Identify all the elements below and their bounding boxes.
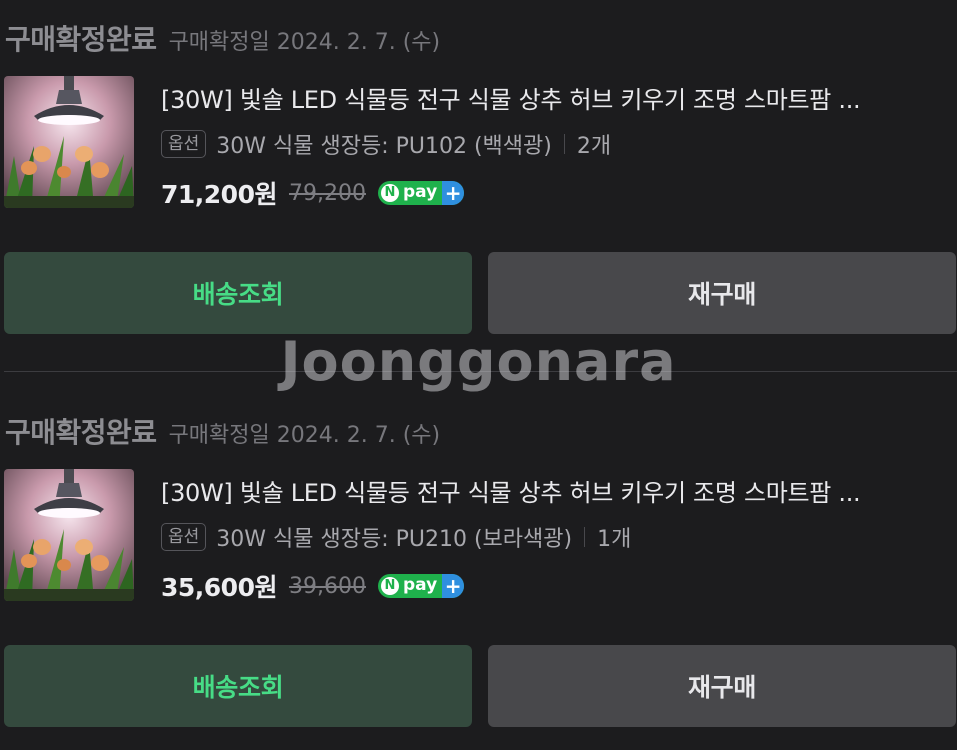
sale-price: 71,200원 [161, 180, 277, 209]
order-status: 구매확정완료 [5, 23, 157, 56]
order-history-page: 구매확정완료 구매확정일 2024. 2. 7. (수) [30W] 빛솔 LE… [0, 0, 957, 750]
npay-label: pay [402, 575, 438, 595]
rebuy-button[interactable]: 재구매 [488, 252, 956, 334]
npay-plus-badge: N pay + [377, 181, 465, 205]
product-thumbnail[interactable] [4, 76, 134, 208]
track-delivery-button[interactable]: 배송조회 [4, 645, 472, 727]
option-row: 옵션 30W 식물 생장등: PU210 (보라색광) 1개 [161, 519, 631, 555]
quantity: 2개 [576, 134, 612, 159]
npay-n-icon: N [380, 577, 399, 595]
npay-n-icon: N [380, 184, 399, 202]
original-price: 79,200 [288, 180, 366, 206]
option-tag: 옵션 [161, 523, 207, 551]
quantity: 1개 [597, 527, 632, 552]
product-thumbnail[interactable] [4, 469, 134, 601]
confirm-date: 구매확정일 2024. 2. 7. (수) [168, 30, 441, 55]
rebuy-button[interactable]: 재구매 [488, 645, 956, 727]
order-header: 구매확정완료 구매확정일 2024. 2. 7. (수) [5, 411, 440, 451]
product-title[interactable]: [30W] 빛솔 LED 식물등 전구 식물 상추 허브 키우기 조명 스마트팜… [161, 80, 956, 115]
product-title[interactable]: [30W] 빛솔 LED 식물등 전구 식물 상추 허브 키우기 조명 스마트팜… [161, 473, 956, 508]
sale-price: 35,600원 [161, 573, 277, 602]
option-row: 옵션 30W 식물 생장등: PU102 (백색광) 2개 [161, 126, 611, 162]
order-status: 구매확정완료 [5, 416, 157, 449]
option-text: 30W 식물 생장등: PU210 (보라색광) [216, 527, 573, 552]
confirm-date: 구매확정일 2024. 2. 7. (수) [168, 423, 441, 448]
original-price: 39,600 [288, 573, 366, 599]
plus-icon: + [442, 181, 465, 205]
option-tag: 옵션 [161, 130, 207, 158]
npay-label: pay [402, 182, 438, 202]
option-text: 30W 식물 생장등: PU102 (백색광) [216, 134, 552, 159]
npay-plus-badge: N pay + [377, 574, 465, 598]
price-row: 35,600원 39,600 N pay + [161, 569, 465, 603]
order-card: 구매확정완료 구매확정일 2024. 2. 7. (수) [30W] 빛솔 LE… [0, 0, 957, 370]
order-card: 구매확정완료 구매확정일 2024. 2. 7. (수) [30W] 빛솔 LE… [0, 393, 957, 750]
section-divider [4, 371, 957, 372]
option-separator [584, 527, 586, 547]
track-delivery-button[interactable]: 배송조회 [4, 252, 472, 334]
option-separator [563, 134, 565, 154]
price-row: 71,200원 79,200 N pay + [161, 176, 465, 210]
plus-icon: + [442, 574, 465, 598]
order-header: 구매확정완료 구매확정일 2024. 2. 7. (수) [5, 18, 440, 58]
